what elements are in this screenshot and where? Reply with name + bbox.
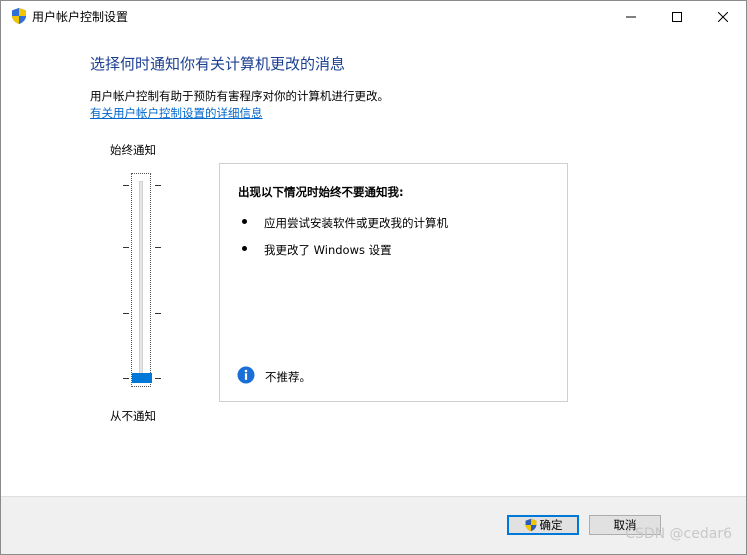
bullet-dot <box>242 219 247 224</box>
window-title: 用户帐户控制设置 <box>32 10 129 24</box>
page-heading: 选择何时通知你有关计算机更改的消息 <box>90 55 346 73</box>
slider-top-label: 始终通知 <box>110 143 156 157</box>
ok-button[interactable]: 确定 <box>507 515 579 535</box>
minimize-button[interactable] <box>608 1 654 31</box>
slider-tick <box>155 378 161 379</box>
panel-bullet-text: 应用尝试安装软件或更改我的计算机 <box>264 216 448 230</box>
slider-thumb[interactable] <box>132 373 152 383</box>
slider-tick <box>123 378 129 379</box>
slider-groove[interactable] <box>139 181 143 379</box>
level-description-panel: 出现以下情况时始终不要通知我: 应用尝试安装软件或更改我的计算机 我更改了 Wi… <box>219 163 568 402</box>
notify-level-slider[interactable] <box>119 169 165 397</box>
close-icon <box>717 7 729 26</box>
bullet-dot <box>242 246 247 251</box>
info-icon <box>237 366 255 384</box>
slider-bottom-label: 从不通知 <box>110 409 156 423</box>
panel-note: 不推荐。 <box>265 370 311 384</box>
slider-tick <box>155 185 161 186</box>
slider-tick <box>155 247 161 248</box>
panel-bullet-text: 我更改了 Windows 设置 <box>264 243 392 257</box>
close-button[interactable] <box>700 1 746 31</box>
slider-tick <box>123 185 129 186</box>
uac-details-link[interactable]: 有关用户帐户控制设置的详细信息 <box>90 105 263 121</box>
panel-title: 出现以下情况时始终不要通知我: <box>238 185 404 199</box>
watermark-text: CSDN @cedar6 <box>625 526 732 542</box>
title-bar[interactable]: 用户帐户控制设置 <box>1 1 746 31</box>
uac-settings-window: 用户帐户控制设置 选择何时通知你有关计算机更改的消息 用户帐户控制有助于预防有害… <box>0 0 747 555</box>
slider-tick <box>123 313 129 314</box>
slider-tick <box>155 313 161 314</box>
maximize-button[interactable] <box>654 1 700 31</box>
slider-tick <box>123 247 129 248</box>
uac-shield-icon <box>10 7 28 25</box>
minimize-icon <box>626 7 636 26</box>
maximize-icon <box>672 7 682 26</box>
dialog-footer: 确定 取消 CSDN @cedar6 <box>1 496 746 554</box>
ok-button-label: 确定 <box>539 518 563 532</box>
description-text: 用户帐户控制有助于预防有害程序对你的计算机进行更改。 <box>90 89 389 103</box>
uac-shield-icon <box>524 518 538 532</box>
